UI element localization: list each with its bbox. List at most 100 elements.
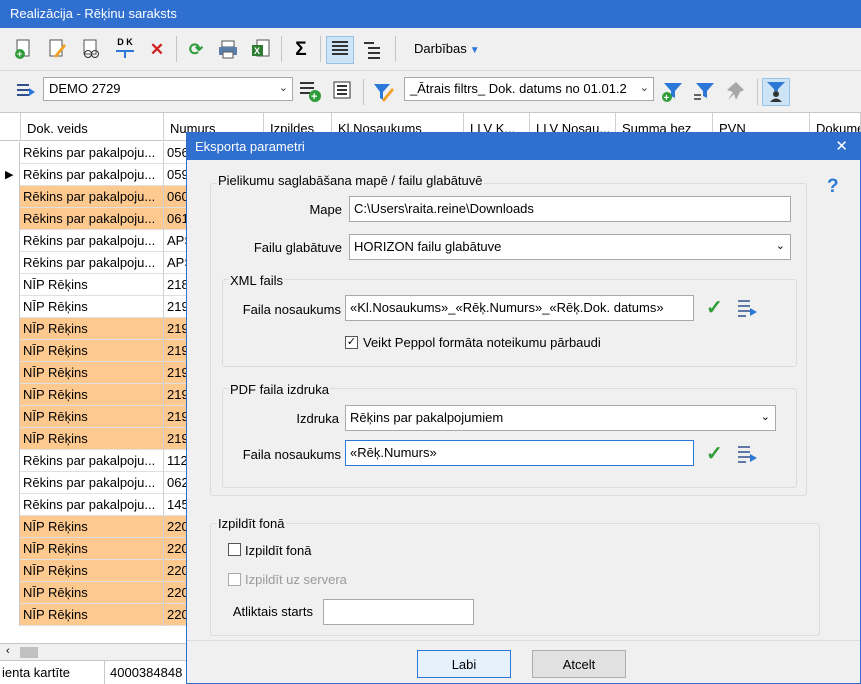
cell-number: 219	[167, 431, 187, 446]
row-marker[interactable]	[0, 362, 20, 384]
cell-doc-type: NĪP Rēķins	[21, 318, 164, 340]
window-title: Realizācija - Rēķinu saraksts	[0, 0, 861, 28]
dk-icon[interactable]: D K	[113, 36, 137, 60]
checkmark-icon[interactable]: ✓	[706, 295, 723, 320]
row-marker[interactable]	[0, 472, 20, 494]
row-marker[interactable]	[0, 296, 20, 318]
toolbar-separator	[395, 36, 396, 62]
cell-doc-type: Rēkins par pakalpoju...	[21, 252, 164, 274]
actions-menu[interactable]: Darbības ▼	[414, 41, 480, 56]
storage-legend: Pielikumu saglabāšana mapē / failu glabā…	[217, 173, 484, 188]
background-legend: Izpildīt fonā	[217, 516, 286, 531]
row-marker[interactable]	[0, 428, 20, 450]
field-list-icon[interactable]	[737, 297, 759, 321]
pin-icon[interactable]	[724, 80, 748, 104]
row-marker[interactable]	[0, 318, 20, 340]
folder-label: Mape	[309, 202, 342, 217]
delayed-start-input[interactable]	[323, 599, 474, 625]
tree-view-icon[interactable]	[360, 38, 384, 62]
row-marker[interactable]	[0, 142, 20, 164]
server-checkbox[interactable]	[228, 573, 241, 586]
storage-select[interactable]: HORIZON failu glabātuve ⌄	[349, 234, 791, 260]
dialog-title-bar: Eksporta parametri ✕	[187, 133, 860, 160]
row-marker[interactable]	[0, 516, 20, 538]
filter-list-icon[interactable]	[692, 80, 716, 104]
xml-group	[222, 279, 797, 367]
background-label: Izpildīt fonā	[245, 543, 312, 558]
chevron-down-icon: ⌄	[775, 240, 785, 252]
cell-number: 220	[167, 519, 187, 534]
background-checkbox[interactable]	[228, 543, 241, 556]
row-marker[interactable]	[0, 604, 20, 626]
status-divider	[104, 661, 105, 684]
cell-doc-type: NĪP Rēķins	[21, 538, 164, 560]
col-doc-type[interactable]: Dok. veids	[21, 113, 164, 141]
quick-filter-select[interactable]: _Ātrais filtrs_ Dok. datums no 01.01.2 ⌄	[404, 77, 654, 101]
cell-doc-type: NĪP Rēķins	[21, 296, 164, 318]
pdf-group	[222, 388, 797, 488]
list-view-icon[interactable]	[326, 36, 354, 64]
print-select[interactable]: Rēķins par pakalpojumiem ⌄	[345, 405, 776, 431]
svg-text:X: X	[254, 46, 260, 56]
row-marker[interactable]	[0, 186, 20, 208]
view-icon[interactable]	[79, 38, 103, 62]
cell-number: 219	[167, 365, 187, 380]
add-document-icon[interactable]: +	[12, 38, 36, 62]
pdf-filename-input[interactable]: «Rēķ.Numurs»	[345, 440, 694, 466]
user-filter-icon[interactable]	[762, 78, 790, 106]
row-marker[interactable]	[0, 406, 20, 428]
print-label: Izdruka	[296, 411, 339, 426]
refresh-icon[interactable]: ⟳	[184, 38, 208, 62]
scroll-left-icon[interactable]: ‹	[6, 645, 10, 657]
cell-number: 218	[167, 277, 187, 292]
row-marker[interactable]	[0, 582, 20, 604]
add-list-icon[interactable]: +	[298, 79, 322, 103]
ok-button[interactable]: Labi	[417, 650, 511, 678]
cancel-button[interactable]: Atcelt	[532, 650, 626, 678]
svg-text:+: +	[311, 91, 317, 103]
list-settings-icon[interactable]	[330, 79, 354, 103]
cell-doc-type: NĪP Rēķins	[21, 428, 164, 450]
peppol-checkbox[interactable]: ✓	[345, 336, 358, 349]
row-marker[interactable]	[0, 252, 20, 274]
add-filter-icon[interactable]: +	[660, 80, 684, 104]
edit-document-icon[interactable]	[45, 38, 69, 62]
row-marker[interactable]: ▶	[0, 164, 20, 186]
delete-icon[interactable]: ✕	[145, 38, 169, 62]
dk-label: D K	[117, 37, 133, 47]
company-select[interactable]: DEMO 2729 ⌄	[43, 77, 293, 101]
xml-filename-label: Faila nosaukums	[242, 302, 341, 317]
filter-edit-icon[interactable]	[372, 80, 396, 104]
cell-doc-type: NĪP Rēķins	[21, 362, 164, 384]
cell-doc-type: NĪP Rēķins	[21, 406, 164, 428]
cell-doc-type: NĪP Rēķins	[21, 274, 164, 296]
print-icon[interactable]	[216, 38, 240, 62]
company-select-icon[interactable]	[14, 80, 38, 104]
scroll-thumb[interactable]	[20, 647, 38, 658]
chevron-down-icon: ⌄	[278, 82, 288, 94]
xml-filename-input[interactable]: «Kl.Nosaukums»_«Rēķ.Numurs»_«Rēķ.Dok. da…	[345, 295, 694, 321]
row-marker[interactable]	[0, 494, 20, 516]
sum-icon[interactable]: Σ	[289, 38, 313, 62]
footer-divider	[187, 640, 860, 641]
close-icon[interactable]: ✕	[835, 137, 848, 155]
field-list-icon[interactable]	[737, 443, 759, 467]
folder-input[interactable]: C:\Users\raita.reine\Downloads	[349, 196, 791, 222]
cell-doc-type: NĪP Rēķins	[21, 582, 164, 604]
help-icon[interactable]: ?	[827, 176, 839, 198]
row-marker[interactable]	[0, 274, 20, 296]
cell-number: 145	[167, 497, 187, 512]
checkmark-icon[interactable]: ✓	[706, 441, 723, 466]
row-marker[interactable]	[0, 208, 20, 230]
row-marker[interactable]	[0, 450, 20, 472]
horizontal-scrollbar[interactable]: ‹	[0, 643, 186, 660]
row-marker[interactable]	[0, 340, 20, 362]
excel-icon[interactable]: X	[249, 38, 273, 62]
row-marker[interactable]	[0, 384, 20, 406]
row-marker[interactable]	[0, 560, 20, 582]
row-marker[interactable]	[0, 230, 20, 252]
row-marker[interactable]	[0, 538, 20, 560]
cell-number: 062	[167, 475, 187, 490]
chevron-down-icon: ⌄	[639, 82, 649, 94]
svg-text:+: +	[17, 49, 22, 59]
